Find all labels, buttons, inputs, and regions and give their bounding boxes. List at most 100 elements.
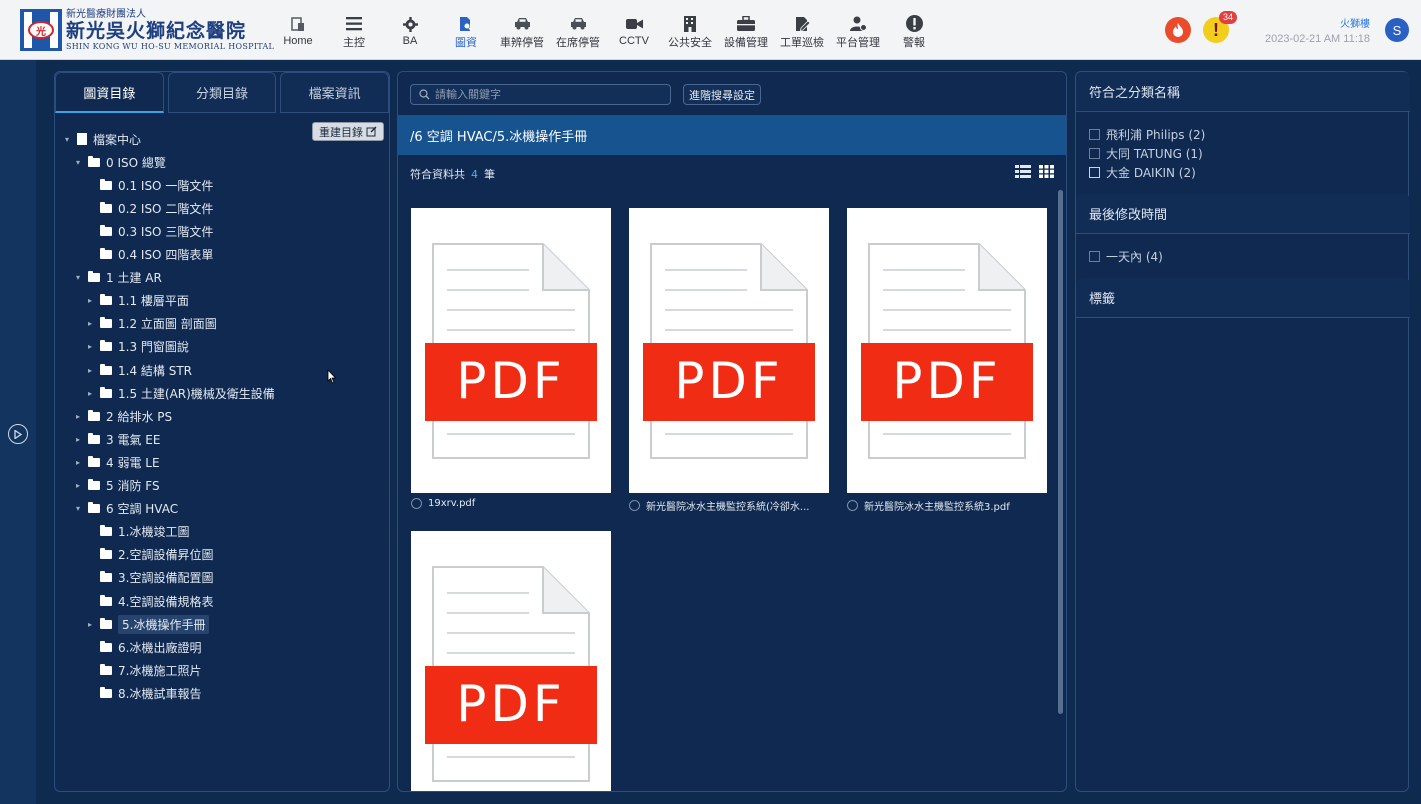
- filter-section-title[interactable]: 最後修改時間: [1076, 194, 1410, 234]
- tree-node[interactable]: 0.1 ISO 一階文件: [84, 175, 213, 195]
- filter-checkbox[interactable]: [1089, 129, 1100, 140]
- filter-checkbox[interactable]: [1089, 251, 1100, 262]
- file-grid-scrollbar[interactable]: [1058, 190, 1063, 714]
- filter-checkbox[interactable]: [1089, 148, 1100, 159]
- filter-section-title[interactable]: 標籤: [1076, 278, 1410, 318]
- user-location[interactable]: 火獅樓: [1340, 15, 1370, 30]
- tab-category-directory[interactable]: 分類目錄: [167, 72, 277, 113]
- tab-map-directory[interactable]: 圖資目錄: [55, 72, 164, 113]
- file-name: 19xrv.pdf: [428, 498, 476, 509]
- fire-alarm-icon[interactable]: [1165, 17, 1191, 43]
- tree-node[interactable]: ▸ 5 消防 FS: [72, 476, 160, 496]
- current-path: /6 空調 HVAC/5.冰機操作手冊: [398, 115, 1066, 155]
- nav-item-6[interactable]: CCTV: [606, 14, 662, 50]
- nav-item-5[interactable]: 在席停管: [550, 14, 606, 50]
- file-select-radio[interactable]: [629, 500, 640, 511]
- grid-view-icon[interactable]: [1039, 165, 1054, 178]
- caret-right-icon[interactable]: ▸: [72, 458, 84, 467]
- nav-item-1[interactable]: 主控: [326, 14, 382, 50]
- caret-right-icon[interactable]: ▸: [72, 412, 84, 421]
- caret-down-icon[interactable]: ▾: [61, 135, 73, 144]
- user-avatar[interactable]: S: [1385, 18, 1409, 42]
- caret-down-icon[interactable]: ▾: [72, 273, 84, 282]
- caret-right-icon[interactable]: ▸: [84, 366, 96, 375]
- folder-icon: [88, 479, 100, 490]
- directory-panel: 圖資目錄 分類目錄 檔案資訊 重建目錄 ▾ 檔案中心 ▾ 0 ISO 總覽 0.1 IS…: [54, 71, 390, 792]
- tree-node[interactable]: ▾ 檔案中心: [61, 129, 141, 149]
- nav-item-9[interactable]: 工單巡檢: [774, 14, 830, 50]
- tree-node[interactable]: ▾ 0 ISO 總覽: [72, 152, 166, 172]
- tree-node[interactable]: 0.2 ISO 二階文件: [84, 198, 213, 218]
- pdf-thumbnail-icon[interactable]: PDF: [411, 531, 611, 791]
- document-search-icon: [459, 14, 473, 33]
- tree-node[interactable]: 8.冰機試車報告: [84, 683, 201, 703]
- camera-icon: [625, 14, 643, 34]
- caret-right-icon[interactable]: ▸: [84, 389, 96, 398]
- tree-node[interactable]: 7.冰機施工照片: [84, 660, 201, 680]
- tree-node[interactable]: ▸ 1.4 結構 STR: [84, 360, 192, 380]
- tree-node[interactable]: ▸ 1.1 樓層平面: [84, 291, 189, 311]
- nav-item-10[interactable]: 平台管理: [830, 14, 886, 50]
- list-view-icon[interactable]: [1015, 165, 1031, 178]
- nav-item-2[interactable]: BA: [382, 14, 438, 50]
- tree-node-label: 檔案中心: [93, 132, 142, 147]
- tree-node[interactable]: 0.4 ISO 四階表單: [84, 245, 213, 265]
- caret-right-icon[interactable]: ▸: [84, 319, 96, 328]
- tree-node-label: 1.冰機竣工圖: [118, 525, 190, 540]
- nav-item-8[interactable]: 設備管理: [718, 14, 774, 50]
- file-select-radio[interactable]: [847, 500, 858, 511]
- tree-node[interactable]: ▸ 1.5 土建(AR)機械及衛生設備: [84, 383, 275, 403]
- tree-node[interactable]: ▸ 1.2 立面圖 剖面圖: [84, 314, 217, 334]
- rebuild-directory-button[interactable]: 重建目錄: [312, 122, 384, 141]
- caret-right-icon[interactable]: ▸: [72, 435, 84, 444]
- file-card[interactable]: PDF 新光醫院冰水主機監控系統3.pdf: [847, 208, 1047, 513]
- file-select-radio[interactable]: [411, 498, 422, 509]
- caret-right-icon[interactable]: ▸: [72, 481, 84, 490]
- nav-item-label: 圖資: [455, 37, 477, 49]
- caret-right-icon[interactable]: ▸: [84, 620, 96, 629]
- caret-down-icon[interactable]: ▾: [72, 504, 84, 513]
- nav-item-0[interactable]: Home: [270, 14, 326, 50]
- caret-down-icon[interactable]: ▾: [72, 158, 84, 167]
- nav-item-3[interactable]: 圖資: [438, 14, 494, 50]
- pdf-thumbnail-icon[interactable]: PDF: [847, 208, 1047, 493]
- filter-checkbox[interactable]: [1089, 167, 1100, 178]
- nav-item-7[interactable]: 公共安全: [662, 14, 718, 50]
- tree-node[interactable]: 2.空調設備昇位圖: [84, 545, 213, 565]
- hospital-logo[interactable]: 光 新光醫療財團法人 新光吳火獅紀念醫院 SHIN KONG WU HO-SU …: [20, 8, 274, 52]
- tab-file-info[interactable]: 檔案資訊: [280, 72, 390, 113]
- advanced-search-button[interactable]: 進階搜尋設定: [683, 84, 761, 105]
- tree-node[interactable]: ▸ 3 電氣 EE: [72, 429, 160, 449]
- tree-node[interactable]: ▸ 5.冰機操作手冊: [84, 614, 210, 634]
- tree-node[interactable]: 1.冰機竣工圖: [84, 522, 189, 542]
- tree-node[interactable]: 0.3 ISO 三階文件: [84, 221, 213, 241]
- file-card[interactable]: PDF: [411, 531, 611, 791]
- tree-node[interactable]: ▸ 2 給排水 PS: [72, 406, 172, 426]
- pdf-thumbnail-icon[interactable]: PDF: [629, 208, 829, 493]
- tree-node[interactable]: ▸ 4 弱電 LE: [72, 452, 160, 472]
- tree-node[interactable]: 4.空調設備規格表: [84, 591, 213, 611]
- filter-section-title[interactable]: 符合之分類名稱: [1076, 72, 1410, 112]
- expand-sidebar-button[interactable]: [8, 424, 28, 444]
- tree-node[interactable]: ▾ 1 土建 AR: [72, 268, 162, 288]
- caret-right-icon[interactable]: ▸: [84, 342, 96, 351]
- tree-node-label: 2.空調設備昇位圖: [118, 548, 214, 563]
- tree-node[interactable]: ▾ 6 空調 HVAC: [72, 499, 178, 519]
- search-box[interactable]: [410, 84, 671, 105]
- folder-icon: [88, 155, 100, 167]
- filter-option[interactable]: 飛利浦 Philips (2): [1076, 125, 1410, 144]
- nav-item-4[interactable]: 車辨停管: [494, 14, 550, 50]
- filter-option[interactable]: 大金 DAIKIN (2): [1076, 163, 1410, 182]
- caret-right-icon[interactable]: ▸: [84, 296, 96, 305]
- pdf-thumbnail-icon[interactable]: PDF: [411, 208, 611, 493]
- tree-node[interactable]: ▸ 1.3 門窗圖說: [84, 337, 189, 357]
- tree-node[interactable]: 6.冰機出廠證明: [84, 637, 201, 657]
- nav-item-11[interactable]: 警報: [886, 14, 942, 50]
- file-card[interactable]: PDF 新光醫院冰水主機監控系統(冷卻水...: [629, 208, 829, 513]
- user-gear-icon: [849, 14, 867, 33]
- filter-option[interactable]: 一天內 (4): [1076, 247, 1410, 266]
- filter-option[interactable]: 大同 TATUNG (1): [1076, 144, 1410, 163]
- tree-node[interactable]: 3.空調設備配置圖: [84, 568, 213, 588]
- file-card[interactable]: PDF 19xrv.pdf: [411, 208, 611, 509]
- search-input[interactable]: [435, 88, 655, 101]
